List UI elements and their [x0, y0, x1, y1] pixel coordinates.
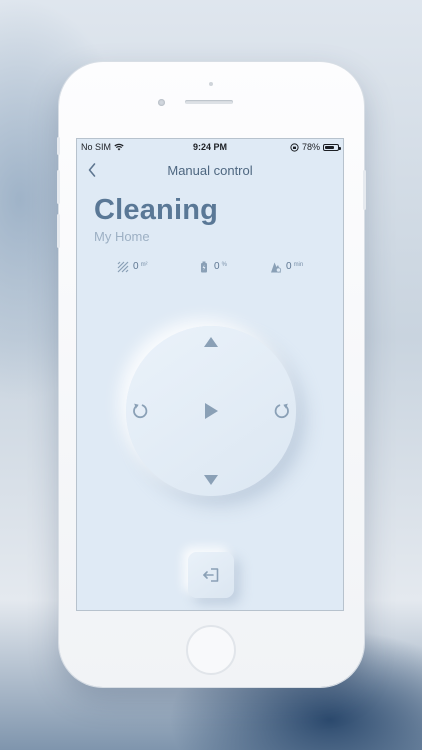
- stat-battery: 0 %: [198, 261, 227, 273]
- rotate-right-button[interactable]: [268, 397, 296, 425]
- status-bar: No SIM 9:24 PM 78%: [77, 139, 343, 155]
- play-icon: [205, 403, 218, 419]
- earpiece-speaker: [185, 100, 233, 104]
- stat-area-unit: m²: [140, 262, 148, 268]
- front-camera: [158, 99, 165, 106]
- triangle-down-icon: [204, 475, 218, 485]
- time-icon: [271, 262, 282, 273]
- start-button[interactable]: [196, 396, 226, 426]
- page-title: Manual control: [167, 163, 253, 178]
- orientation-lock-icon: [290, 142, 299, 152]
- home-name: My Home: [94, 229, 150, 244]
- app-screen: No SIM 9:24 PM 78% Manual control Cleani…: [76, 138, 344, 611]
- nav-bar: Manual control: [77, 161, 343, 181]
- rotate-left-button[interactable]: [126, 397, 154, 425]
- move-backward-button[interactable]: [196, 468, 226, 492]
- volume-down-button: [57, 214, 60, 248]
- battery-percent: 78%: [301, 142, 320, 152]
- stat-area-value: 0: [133, 261, 139, 272]
- area-icon: [117, 261, 129, 273]
- proximity-sensor: [209, 82, 213, 86]
- stat-time-unit: min: [293, 262, 304, 268]
- mute-switch: [57, 137, 60, 155]
- battery-icon: [201, 261, 207, 273]
- exit-button[interactable]: [188, 552, 234, 598]
- exit-icon: [203, 568, 219, 582]
- home-button[interactable]: [186, 625, 236, 675]
- stat-time-value: 0: [286, 261, 292, 272]
- stat-time: 0 min: [270, 261, 303, 273]
- rotate-left-icon: [133, 403, 148, 419]
- move-forward-button[interactable]: [196, 330, 226, 354]
- direction-pad: [126, 326, 296, 496]
- stat-battery-value: 0: [214, 261, 220, 272]
- volume-up-button: [57, 170, 60, 204]
- battery-fill: [325, 145, 335, 149]
- status-title: Cleaning: [94, 194, 219, 226]
- stat-battery-unit: %: [221, 262, 227, 268]
- triangle-up-icon: [204, 337, 218, 347]
- rotate-right-icon: [274, 403, 289, 419]
- stat-area: 0 m²: [117, 261, 148, 273]
- battery-icon: [323, 143, 341, 151]
- power-button: [363, 170, 366, 210]
